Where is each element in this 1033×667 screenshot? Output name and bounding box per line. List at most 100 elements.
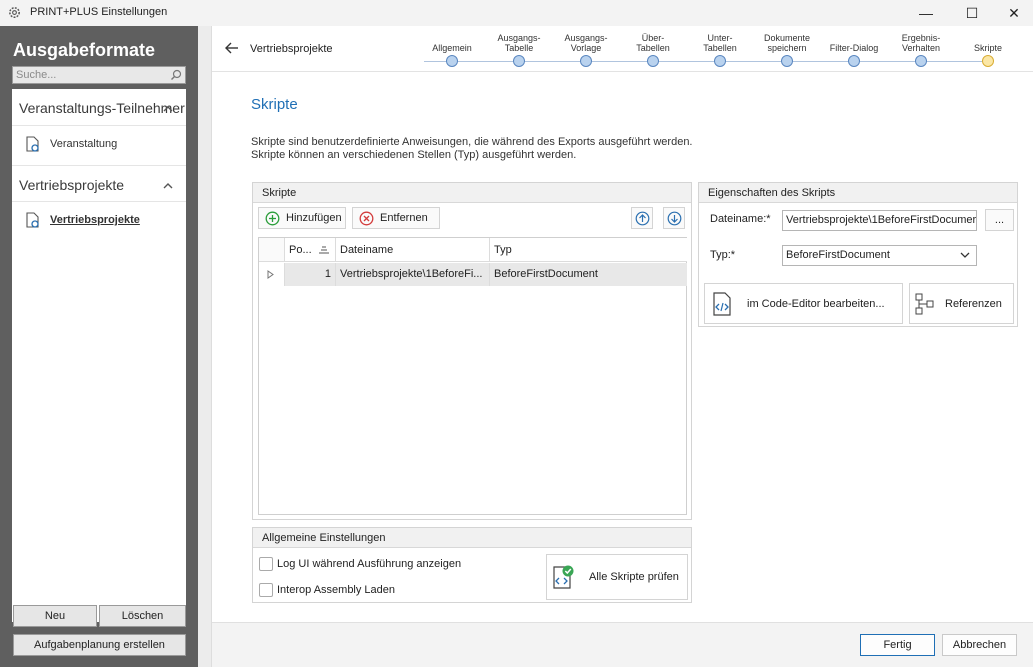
close-button[interactable]: ✕ [991,0,1033,26]
step-dot [848,55,860,67]
column-header-position[interactable]: Po... [285,238,336,262]
step-label: Filter-Dialog [829,43,879,53]
chevron-up-icon[interactable] [162,103,174,115]
move-up-button[interactable] [631,207,653,229]
column-header-filename[interactable]: Dateiname [336,238,490,262]
expand-triangle-icon [267,270,274,279]
step-ergebnis-verhalten[interactable]: Ergebnis- Verhalten [887,31,955,67]
document-settings-icon [26,135,39,152]
step-label-line2: Verhalten [901,43,941,53]
references-tree-icon [915,293,934,314]
back-arrow-icon[interactable] [224,41,240,55]
step-label-line1: Unter- [707,33,733,43]
browse-button[interactable]: ... [985,209,1014,231]
step-label: Allgemein [432,43,472,53]
sidebar: Ausgabeformate Suche... Veranstaltungs-T… [0,26,198,667]
window-title: PRINT+PLUS Einstellungen [30,6,168,18]
references-button[interactable]: Referenzen [909,283,1014,324]
sidebar-item-label: Veranstaltung [50,138,118,150]
scripts-table: Po... Dateiname Typ 1 Vertriebsprojekte\… [258,237,687,515]
step-label-line2: Tabellen [636,43,670,53]
title-bar: PRINT+PLUS Einstellungen — ☐ ✕ [0,0,1033,26]
step-ausgangs-tabelle[interactable]: Ausgangs- Tabelle [485,31,553,67]
button-label: Hinzufügen [286,212,342,224]
step-dot-current [982,55,994,67]
cancel-button[interactable]: Abbrechen [942,634,1017,656]
delete-button[interactable]: Löschen [99,605,186,627]
step-filter-dialog[interactable]: Filter-Dialog [820,31,888,67]
finish-button[interactable]: Fertig [860,634,935,656]
edit-in-code-editor-button[interactable]: im Code-Editor bearbeiten... [704,283,903,324]
arrow-down-circle-icon [667,211,681,225]
step-skripte[interactable]: Skripte [954,31,1022,67]
dialog-footer: Fertig Abbrechen [212,622,1033,667]
column-header-label: Po... [289,244,312,256]
step-label-line2: speichern [767,43,807,53]
gear-icon [9,7,20,18]
step-label-line1: Über- [641,33,665,43]
search-placeholder: Suche... [16,69,57,81]
remove-script-button[interactable]: Entfernen [352,207,440,229]
sidebar-item-label: Vertriebsprojekte [50,214,140,226]
main-panel: Vertriebsprojekte Allgemein Ausgangs- Tab… [211,26,1033,667]
step-ausgangs-vorlage[interactable]: Ausgangs- Vorlage [552,31,620,67]
add-circle-icon [265,211,280,225]
remove-circle-icon [359,211,374,225]
step-label-line2: Tabellen [703,43,737,53]
cell-filename: Vertriebsprojekte\1BeforeFi... [336,263,490,286]
document-settings-icon [26,211,39,228]
add-script-button[interactable]: Hinzufügen [258,207,346,229]
divider [12,125,186,126]
group-title: Allgemeine Einstellungen [253,528,691,548]
interop-assembly-checkbox[interactable] [259,583,273,597]
minimize-button[interactable]: — [903,0,949,26]
filename-field[interactable]: Vertriebsprojekte\1BeforeFirstDocumer [782,210,977,231]
page-description-line2: Skripte können an verschiedenen Stellen … [251,149,577,161]
table-corner [259,238,285,262]
cell-position: 1 [285,263,336,286]
code-file-icon [713,291,731,316]
log-ui-checkbox[interactable] [259,557,273,571]
interop-assembly-label[interactable]: Interop Assembly Laden [277,584,395,596]
sidebar-item-vertriebsprojekte[interactable]: Vertriebsprojekte [24,211,140,229]
maximize-button[interactable]: ☐ [949,0,995,26]
new-button[interactable]: Neu [13,605,97,627]
group-title: Eigenschaften des Skripts [699,183,1017,203]
step-label-line2: Vorlage [570,43,602,53]
divider [12,165,186,166]
format-list: Veranstaltungs-Teilnehmer Veranstaltung … [12,89,186,622]
wizard-header: Vertriebsprojekte Allgemein Ausgangs- Tab… [212,26,1033,72]
button-label: Referenzen [945,297,1002,310]
step-dokumente-speichern[interactable]: Dokumente speichern [753,31,821,67]
log-ui-label[interactable]: Log UI während Ausführung anzeigen [277,558,461,570]
move-down-button[interactable] [663,207,685,229]
step-unter-tabellen[interactable]: Unter- Tabellen [686,31,754,67]
column-header-type[interactable]: Typ [490,238,687,262]
row-expand[interactable] [259,263,285,286]
step-dot [513,55,525,67]
type-label: Typ:* [710,249,736,261]
type-select[interactable]: BeforeFirstDocument [782,245,977,266]
divider [12,201,186,202]
schedule-task-button[interactable]: Aufgabenplanung erstellen [13,634,186,656]
step-dot [714,55,726,67]
sidebar-title: Ausgabeformate [13,40,156,60]
button-label: Entfernen [380,212,428,224]
script-properties-group: Eigenschaften des Skripts Dateiname:* Ve… [698,182,1018,327]
check-all-scripts-button[interactable]: Alle Skripte prüfen [546,554,688,600]
button-label: Alle Skripte prüfen [589,571,679,583]
cell-type: BeforeFirstDocument [490,263,687,286]
section-header-vertriebsprojekte[interactable]: Vertriebsprojekte [19,177,124,193]
section-header-veranstaltung[interactable]: Veranstaltungs-Teilnehmer [19,100,185,116]
search-input[interactable]: Suche... [12,66,186,84]
chevron-up-icon[interactable] [162,180,174,192]
step-dot [580,55,592,67]
step-label-line1: Ausgangs- [497,33,541,43]
page-title: Skripte [251,96,298,113]
step-dot [647,55,659,67]
step-dot [915,55,927,67]
step-allgemein[interactable]: Allgemein [418,31,486,67]
sidebar-item-veranstaltung[interactable]: Veranstaltung [24,135,117,153]
step-label: Skripte [973,43,1002,53]
step-ueber-tabellen[interactable]: Über- Tabellen [619,31,687,67]
